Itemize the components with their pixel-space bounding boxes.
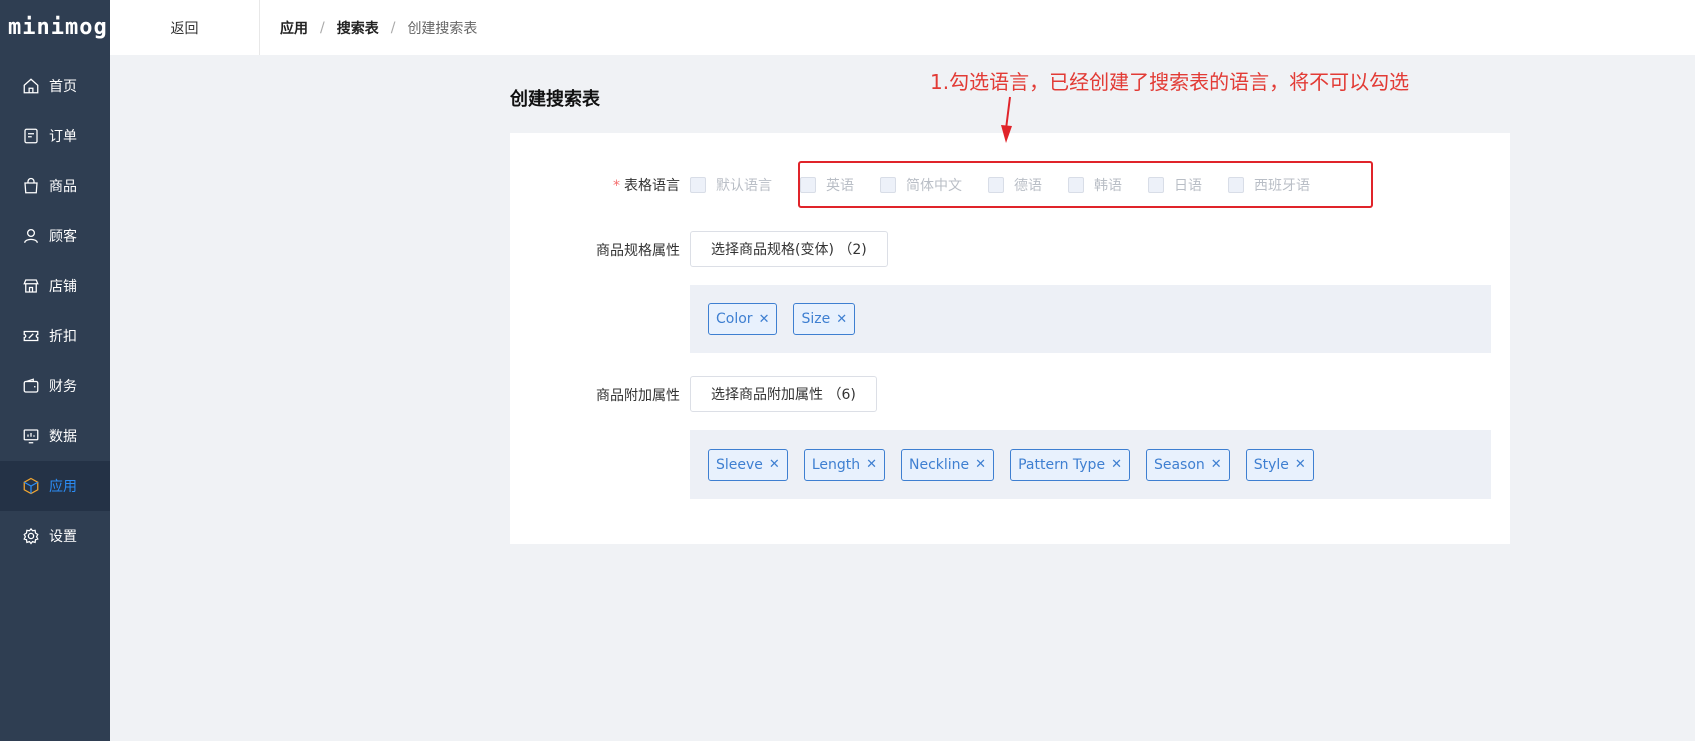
extra-tag-panel: Sleeve ✕ Length ✕ Neckline ✕ Pattern Type ✕ … [690,430,1491,499]
spec-attributes-label: 商品规格属性 [596,243,680,259]
store-icon [22,277,40,295]
tag-label: Color [716,311,753,327]
tag-label: Length [811,456,861,473]
sidebar-item-home[interactable]: 首页 [0,61,110,111]
sidebar-item-label: 财务 [49,379,77,395]
annotation-highlight-box [798,161,1373,208]
tag-neckline: Neckline ✕ [901,448,995,481]
sidebar-item-orders[interactable]: 订单 [0,111,110,161]
sidebar-item-label: 折扣 [49,329,77,345]
sidebar-item-label: 数据 [49,429,77,445]
checkbox[interactable] [690,177,706,193]
checkbox-label: 默认语言 [716,178,772,194]
select-spec-button[interactable]: 选择商品规格(变体) （2) [690,231,888,267]
tag-label: Size [801,311,831,327]
annotation-text: 1.勾选语言，已经创建了搜索表的语言，将不可以勾选 [930,70,1410,94]
wallet-icon [22,377,40,395]
tag-length: Length ✕ [803,448,886,481]
close-icon[interactable]: ✕ [759,312,770,327]
top-bar: 返回 应用 / 搜索表 / 创建搜索表 [110,0,1695,55]
sidebar-item-data[interactable]: 数据 [0,411,110,461]
checkbox-default-language[interactable]: 默认语言 [690,175,772,195]
tag-label: Season [1153,456,1205,473]
order-icon [22,127,40,145]
tag-size: Size ✕ [793,303,856,335]
tag-label: Pattern Type [1018,456,1106,473]
breadcrumb-separator: / [320,19,325,36]
home-icon [22,77,40,95]
breadcrumb-search-table[interactable]: 搜索表 [337,18,379,38]
back-button[interactable]: 返回 [110,0,260,55]
select-extra-button[interactable]: 选择商品附加属性 （6) [690,376,877,412]
breadcrumb-separator: / [390,19,396,36]
tag-label: Style [1253,456,1289,473]
chart-icon [22,427,40,445]
sidebar-item-products[interactable]: 商品 [0,161,110,211]
sidebar-item-label: 订单 [49,129,77,145]
tag-color: Color ✕ [708,303,778,335]
sidebar-item-label: 店铺 [49,279,77,295]
tag-season: Season ✕ [1145,448,1230,481]
breadcrumb: 应用 / 搜索表 / 创建搜索表 [280,18,477,38]
close-icon[interactable]: ✕ [769,457,780,472]
tag-label: Sleeve [716,456,763,473]
annotation-arrow-icon [1001,96,1012,143]
language-label: * 表格语言 [613,175,680,195]
sidebar-item-settings[interactable]: 设置 [0,511,110,561]
close-icon[interactable]: ✕ [1211,457,1222,472]
tag-pattern-type: Pattern Type ✕ [1010,448,1130,481]
close-icon[interactable]: ✕ [836,312,847,327]
sidebar: minimog 首页 订单 商品 顾客 店铺 折扣 财务 数据 应用 设置 [0,0,110,741]
sidebar-item-label: 设置 [49,529,77,545]
sidebar-item-finance[interactable]: 财务 [0,361,110,411]
sidebar-item-store[interactable]: 店铺 [0,261,110,311]
tag-style: Style ✕ [1245,448,1314,481]
app-logo[interactable]: minimog [0,0,110,55]
required-mark: * [613,178,620,194]
bag-icon [22,177,40,195]
user-icon [22,227,40,245]
sidebar-item-discounts[interactable]: 折扣 [0,311,110,361]
sidebar-item-customers[interactable]: 顾客 [0,211,110,261]
close-icon[interactable]: ✕ [1111,457,1122,472]
close-icon[interactable]: ✕ [866,457,877,472]
sidebar-item-label: 商品 [49,179,77,195]
app-cube-icon [22,477,40,495]
sidebar-item-label: 首页 [49,79,77,95]
sidebar-item-label: 应用 [49,479,77,495]
tag-sleeve: Sleeve ✕ [708,448,788,481]
breadcrumb-apps[interactable]: 应用 [280,18,308,38]
sidebar-item-apps[interactable]: 应用 [0,461,110,511]
gear-icon [22,527,40,545]
extra-attributes-label: 商品附加属性 [596,388,680,404]
close-icon[interactable]: ✕ [1295,457,1306,472]
spec-tag-panel: Color ✕ Size ✕ [690,285,1491,353]
language-label-text: 表格语言 [624,178,680,194]
discount-icon [22,327,40,345]
sidebar-item-label: 顾客 [49,229,77,245]
tag-label: Neckline [909,456,970,473]
breadcrumb-current: 创建搜索表 [407,20,478,37]
page-title: 创建搜索表 [510,89,600,110]
close-icon[interactable]: ✕ [975,457,986,472]
